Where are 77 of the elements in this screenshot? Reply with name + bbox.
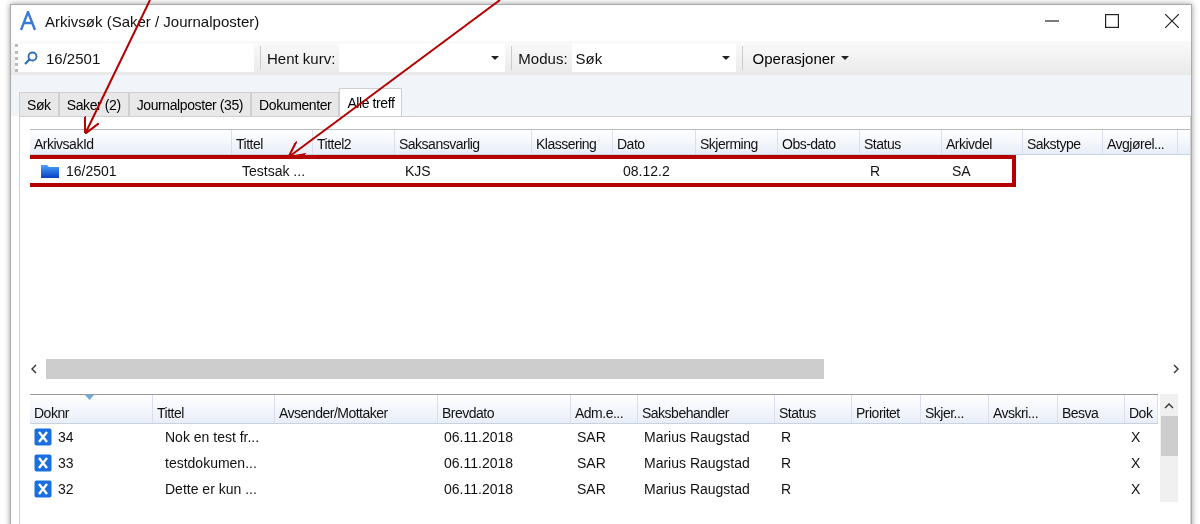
sort-indicator-icon	[84, 395, 94, 400]
column-header[interactable]: Skjer...	[921, 395, 989, 423]
column-header[interactable]: Klassering	[532, 130, 613, 154]
table-cell: X	[1131, 481, 1141, 497]
document-icon	[34, 454, 52, 472]
column-header[interactable]: Status	[775, 395, 852, 423]
table-cell: R	[781, 481, 792, 497]
table-cell: Dette er kun ...	[165, 481, 257, 497]
search-icon	[24, 51, 38, 65]
table-cell: SAR	[577, 429, 606, 445]
table-cell: X	[1131, 429, 1141, 445]
scrollbar-thumb[interactable]	[46, 359, 824, 379]
app-logo-icon	[19, 11, 37, 31]
table-cell: SAR	[577, 481, 606, 497]
column-header[interactable]: Saksbehandler	[638, 395, 775, 423]
maximize-icon[interactable]	[1105, 14, 1119, 28]
column-header[interactable]: ArkivsakId	[30, 130, 232, 154]
table-cell: testdokumen...	[165, 455, 257, 471]
table-cell: 34	[58, 429, 74, 445]
column-header[interactable]: Avgjørel...	[1103, 130, 1178, 154]
operations-menu-button[interactable]: Operasjoner	[748, 49, 854, 67]
table-cell: SAR	[577, 455, 606, 471]
table-cell: Marius Raugstad	[644, 481, 750, 497]
table-cell: 06.11.2018	[444, 429, 514, 445]
column-header[interactable]: Besva	[1058, 395, 1125, 423]
column-header[interactable]: Tittel	[153, 395, 275, 423]
table-cell: 06.11.2018	[444, 455, 514, 471]
table-cell: KJS	[405, 163, 431, 179]
column-header[interactable]: Skjerming	[696, 130, 778, 154]
caret-icon	[491, 56, 500, 60]
column-header[interactable]: Doknr	[30, 395, 153, 423]
column-header[interactable]: Saksansvarlig	[395, 130, 532, 154]
table-cell: Marius Raugstad	[644, 455, 750, 471]
table-cell: R	[870, 163, 881, 179]
basket-label: Hent kurv:	[267, 49, 336, 67]
scroll-up-icon[interactable]	[1164, 402, 1174, 410]
table-cell: Nok en test fr...	[165, 429, 260, 445]
column-header[interactable]: Adm.e...	[571, 395, 638, 423]
table-cell: 33	[58, 455, 74, 471]
column-header[interactable]: Tittel2	[313, 130, 395, 154]
document-icon	[34, 480, 52, 498]
document-icon	[34, 428, 52, 446]
table-cell: R	[781, 455, 792, 471]
caret-icon	[841, 56, 850, 60]
table-cell: SA	[952, 163, 971, 179]
mode-dropdown[interactable]: Søk	[571, 44, 736, 72]
folder-icon	[40, 163, 60, 179]
table-cell: 16/2501	[66, 163, 117, 179]
basket-dropdown[interactable]	[339, 44, 506, 72]
column-header[interactable]: Dok	[1125, 395, 1158, 423]
scrollbar-thumb[interactable]	[1160, 416, 1178, 456]
table-cell: 06.11.2018	[444, 481, 514, 497]
column-header[interactable]: Arkivdel	[942, 130, 1023, 154]
mode-label: Modus:	[518, 49, 568, 67]
column-header[interactable]: Dato	[613, 130, 696, 154]
column-header[interactable]: Status	[860, 130, 942, 154]
column-header[interactable]: Sakstype	[1023, 130, 1103, 154]
column-header[interactable]: Tittel	[232, 130, 313, 154]
table-cell: 32	[58, 481, 74, 497]
tab[interactable]: Søk	[19, 92, 59, 116]
table-cell: Testsak ...	[242, 163, 306, 179]
column-header[interactable]: Avskri...	[989, 395, 1058, 423]
caret-icon	[721, 56, 730, 60]
scroll-left-icon[interactable]	[30, 364, 38, 374]
column-header[interactable]: Prioritet	[852, 395, 921, 423]
search-field[interactable]: 16/2501	[15, 44, 254, 72]
tab[interactable]: Dokumenter	[251, 92, 340, 116]
tab[interactable]: Journalposter (35)	[128, 92, 252, 116]
table-cell: X	[1131, 455, 1141, 471]
column-header[interactable]: Obs-dato	[778, 130, 860, 154]
column-header[interactable]: Brevdato	[438, 395, 571, 423]
table-cell: 08.12.2	[623, 163, 670, 179]
column-header[interactable]: Avsender/Mottaker	[275, 395, 438, 423]
table-cell: Marius Raugstad	[644, 429, 750, 445]
close-icon[interactable]	[1165, 14, 1179, 28]
scroll-right-icon[interactable]	[1172, 364, 1180, 374]
table-cell: R	[781, 429, 792, 445]
